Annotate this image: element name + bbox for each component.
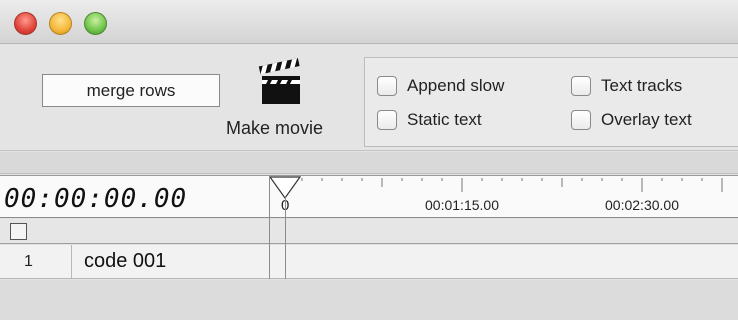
table-row[interactable]: 1 code 001 bbox=[0, 245, 738, 279]
time-ruler[interactable]: 0 00:01:15.00 00:02:30.00 bbox=[270, 176, 738, 219]
toolbar: merge rows Make movie Append slow Text t… bbox=[0, 45, 738, 151]
option-text-tracks[interactable]: Text tracks bbox=[571, 76, 682, 96]
tick-label-1: 00:01:15.00 bbox=[425, 197, 499, 213]
row-number: 1 bbox=[0, 245, 72, 278]
overlay-text-checkbox[interactable] bbox=[571, 110, 591, 130]
playhead-line[interactable] bbox=[285, 197, 286, 279]
text-tracks-checkbox[interactable] bbox=[571, 76, 591, 96]
export-options-panel: Append slow Text tracks Static text Over… bbox=[364, 57, 738, 147]
static-text-label: Static text bbox=[407, 110, 482, 129]
option-append-slow[interactable]: Append slow bbox=[377, 76, 504, 96]
timeline-header: 00:00:00.00 00:01:15.00 00:02:30.00 bbox=[0, 175, 738, 218]
current-timecode: 00:00:00.00 bbox=[4, 184, 188, 214]
track-header-row bbox=[0, 219, 738, 244]
playhead-marker bbox=[270, 176, 302, 200]
option-overlay-text[interactable]: Overlay text bbox=[571, 110, 692, 130]
row-label[interactable]: code 001 bbox=[84, 245, 166, 278]
merge-rows-button[interactable]: merge rows bbox=[42, 74, 220, 107]
window-titlebar bbox=[0, 0, 738, 44]
minimize-window-button[interactable] bbox=[49, 12, 72, 35]
tick-label-2: 00:02:30.00 bbox=[605, 197, 679, 213]
static-text-checkbox[interactable] bbox=[377, 110, 397, 130]
select-all-checkbox[interactable] bbox=[10, 223, 27, 240]
timeline-start-divider bbox=[269, 175, 270, 279]
option-static-text[interactable]: Static text bbox=[377, 110, 482, 130]
close-window-button[interactable] bbox=[14, 12, 37, 35]
append-slow-label: Append slow bbox=[407, 76, 505, 95]
separator-band bbox=[0, 152, 738, 174]
zoom-window-button[interactable] bbox=[84, 12, 107, 35]
append-slow-checkbox[interactable] bbox=[377, 76, 397, 96]
empty-track-area bbox=[0, 280, 738, 320]
text-tracks-label: Text tracks bbox=[601, 76, 683, 95]
clapperboard-icon[interactable] bbox=[256, 58, 306, 108]
make-movie-label[interactable]: Make movie bbox=[226, 118, 323, 139]
overlay-text-label: Overlay text bbox=[601, 110, 692, 129]
